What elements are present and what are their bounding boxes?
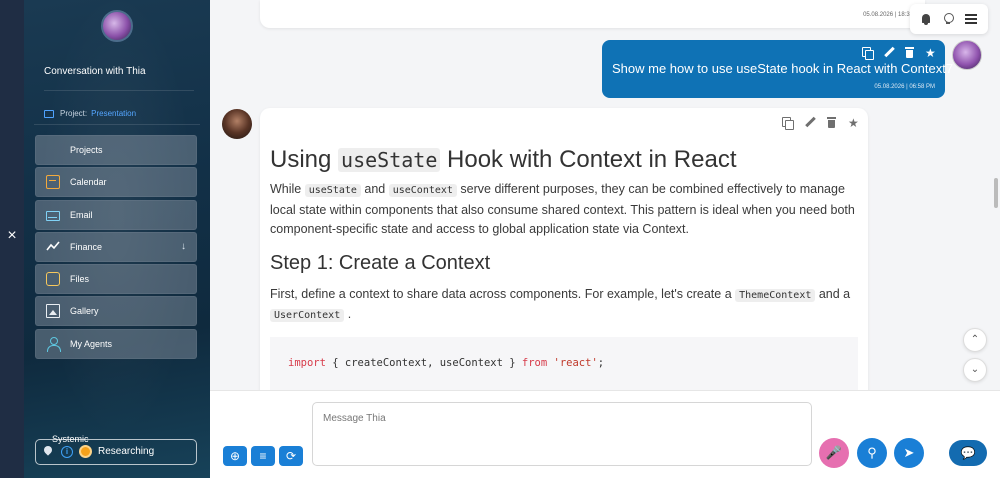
divider (44, 90, 194, 91)
sidebar-item-label: Projects (70, 145, 103, 155)
status-sun-icon (79, 445, 92, 458)
inline-code: useState (304, 184, 361, 197)
info-icon[interactable]: i (61, 445, 73, 458)
assistant-message: ★ Using useState Hook with Context in Re… (260, 108, 868, 391)
file-icon (46, 272, 60, 287)
divider (34, 124, 200, 125)
scrollbar-thumb[interactable] (994, 178, 998, 208)
scroll-down-button[interactable]: ⌄ (963, 358, 987, 382)
assistant-avatar (222, 109, 252, 139)
sidebar-item-finance[interactable]: Finance ↓ (35, 231, 197, 262)
bell-icon[interactable] (921, 13, 931, 25)
sidebar: Conversation with Thia Project: Presenta… (24, 0, 210, 478)
project-indicator[interactable]: Project: Presentation (44, 109, 136, 118)
message-input[interactable] (312, 402, 812, 466)
systemic-label: Systemic (52, 434, 89, 444)
sidebar-item-label: Calendar (70, 177, 107, 188)
location-pin-icon[interactable] (44, 446, 52, 458)
paragraph: While useState and useContext serve diff… (270, 182, 855, 236)
sidebar-item-my-agents[interactable]: My Agents (35, 328, 197, 359)
status-text: Researching (98, 446, 155, 457)
user-message: ★ Show me how to use useState hook in Re… (602, 40, 953, 98)
code-block: import { createContext, useContext } fro… (270, 336, 858, 391)
copy-icon[interactable] (862, 47, 874, 60)
mail-icon (46, 210, 60, 221)
inline-code: ThemeContext (735, 288, 816, 302)
inline-code: useContext (388, 184, 457, 197)
sidebar-item-label: Gallery (70, 306, 99, 317)
conversation-title: Conversation with Thia (44, 66, 146, 77)
edit-icon[interactable] (804, 117, 816, 129)
sidebar-item-label: My Agents (70, 338, 113, 349)
sidebar-item-email[interactable]: Email (35, 199, 197, 230)
edit-icon[interactable] (883, 47, 895, 59)
chevron-down-icon[interactable]: ↓ (181, 241, 186, 252)
sidebar-item-label: Files (70, 274, 90, 285)
sidebar-item-label: Email (70, 209, 93, 220)
inline-code: UserContext (270, 308, 345, 322)
inline-code: useState (338, 148, 441, 172)
grid-icon (46, 143, 60, 157)
message-actions: ★ (862, 47, 937, 60)
paragraph: First, define a context to share data ac… (270, 286, 851, 322)
message-heading: Using useState Hook with Context in Reac… (270, 146, 737, 173)
chat-button[interactable]: 💬 (949, 440, 987, 466)
section-heading: Step 1: Create a Context (270, 251, 491, 274)
composer: ⊕ ≡ ⟳ 🎤 ⚲ ➤ 💬 (210, 390, 1000, 478)
attach-button[interactable]: ⚲ (857, 438, 887, 468)
trash-icon[interactable] (904, 47, 916, 59)
globe-button[interactable]: ⊕ (223, 446, 247, 466)
scroll-up-button[interactable]: ⌃ (963, 328, 987, 352)
trash-icon[interactable] (826, 117, 838, 129)
star-icon[interactable]: ★ (848, 117, 860, 129)
lightbulb-icon[interactable] (943, 13, 954, 25)
sidebar-item-files[interactable]: Files (35, 264, 197, 295)
message-content: Using useState Hook with Context in Reac… (270, 145, 860, 391)
close-icon[interactable]: × (5, 228, 19, 244)
sidebar-item-calendar[interactable]: Calendar (35, 167, 197, 198)
user-avatar (952, 40, 982, 70)
image-icon (46, 304, 60, 319)
systemic-panel[interactable]: Systemic i Researching (35, 434, 197, 465)
folder-icon (44, 109, 54, 118)
message-actions: ★ (782, 117, 860, 130)
chat-main: 05.08.2026 | 18:37 ★ Show me how to use … (210, 0, 1000, 478)
message-timestamp: 05.08.2026 | 18:37 (863, 12, 913, 18)
sidebar-nav: Projects Calendar Email Finance ↓ Files … (35, 135, 197, 361)
calendar-icon (46, 175, 60, 190)
project-label: Project: (60, 109, 88, 118)
chart-line-icon (46, 240, 60, 254)
menu-icon[interactable] (965, 14, 978, 24)
assistant-avatar (101, 10, 133, 42)
sidebar-item-gallery[interactable]: Gallery (35, 296, 197, 327)
message-timestamp: 05.08.2026 | 06:58 PM (874, 83, 935, 90)
top-actions (910, 4, 988, 34)
sidebar-item-projects[interactable]: Projects (35, 135, 197, 165)
send-button[interactable]: ➤ (894, 438, 924, 468)
previous-message: 05.08.2026 | 18:37 (260, 0, 925, 28)
left-strip: × (0, 0, 24, 478)
sidebar-item-label: Finance (70, 241, 103, 252)
user-icon (46, 336, 61, 352)
project-name[interactable]: Presentation (91, 109, 136, 118)
list-button[interactable]: ≡ (251, 446, 275, 466)
copy-icon[interactable] (782, 117, 794, 130)
star-icon[interactable]: ★ (925, 47, 937, 59)
microphone-button[interactable]: 🎤 (819, 438, 849, 468)
refresh-button[interactable]: ⟳ (279, 446, 303, 466)
user-message-text: Show me how to use useState hook in Reac… (612, 61, 954, 76)
